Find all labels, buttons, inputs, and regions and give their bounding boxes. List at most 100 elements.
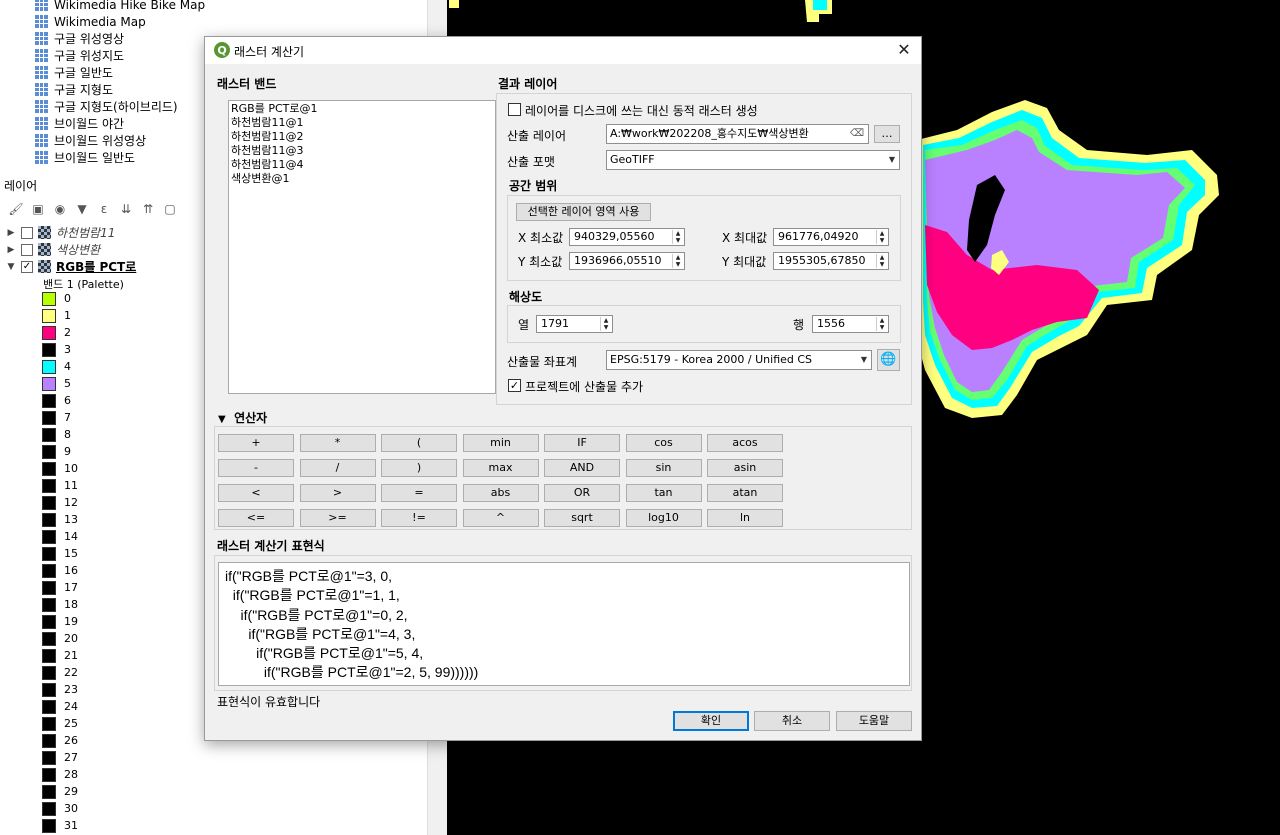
legend-swatch: [42, 512, 56, 527]
browser-item[interactable]: Wikimedia Hike Bike Map: [35, 0, 205, 13]
raster-band-item[interactable]: RGB를 PCT로@1: [229, 102, 495, 116]
use-selected-extent-button[interactable]: 선택한 레이어 영역 사용: [516, 203, 651, 221]
operator-button[interactable]: atan: [707, 484, 783, 502]
expand-arrow-icon[interactable]: ▶: [6, 245, 16, 255]
columns-spinbox[interactable]: 1791 ▲ ▼: [536, 315, 613, 333]
operator-button[interactable]: abs: [462, 484, 539, 502]
spin-arrows-icon[interactable]: ▲ ▼: [672, 254, 683, 268]
spin-arrows-icon[interactable]: ▲ ▼: [876, 317, 887, 331]
ok-button[interactable]: 확인: [673, 711, 749, 731]
close-button[interactable]: ✕: [893, 40, 915, 60]
raster-band-item[interactable]: 하천범람11@1: [229, 116, 495, 130]
expression-label: 래스터 계산기 표현식: [217, 539, 325, 553]
operator-button[interactable]: <=: [218, 509, 294, 527]
legend-value: 9: [64, 445, 71, 458]
operator-button[interactable]: +: [218, 434, 294, 452]
collapse-all-icon[interactable]: ⇈: [140, 201, 156, 217]
operator-button[interactable]: ): [381, 459, 457, 477]
output-format-select[interactable]: GeoTIFF ▼: [606, 150, 900, 170]
legend-item: 30: [42, 800, 78, 817]
operator-button[interactable]: tan: [625, 484, 702, 502]
expand-arrow-icon[interactable]: ▶: [6, 228, 16, 238]
operator-button[interactable]: (: [381, 434, 457, 452]
expression-editor[interactable]: if("RGB를 PCT로@1"=3, 0, if("RGB를 PCT로@1"=…: [218, 562, 910, 686]
legend-swatch: [42, 665, 56, 680]
operator-button[interactable]: !=: [381, 509, 457, 527]
legend-value: 25: [64, 717, 78, 730]
operator-button[interactable]: ^: [462, 509, 539, 527]
expand-all-icon[interactable]: ⇊: [118, 201, 134, 217]
browser-item[interactable]: Wikimedia Map: [35, 13, 146, 30]
operator-button[interactable]: *: [299, 434, 376, 452]
raster-band-item[interactable]: 색상변환@1: [229, 172, 495, 186]
operator-button[interactable]: -: [218, 459, 294, 477]
browser-item[interactable]: 브이월드 일반도: [35, 149, 135, 166]
operator-button[interactable]: /: [299, 459, 376, 477]
operator-button[interactable]: min: [462, 434, 539, 452]
crs-picker-button[interactable]: 🌐: [877, 349, 900, 371]
chevron-down-icon: ▼: [888, 155, 895, 164]
spin-arrows-icon[interactable]: ▲ ▼: [672, 230, 683, 244]
browse-output-button[interactable]: …: [874, 125, 900, 143]
browser-item[interactable]: 구글 지형도: [35, 81, 113, 98]
filter-expression-icon[interactable]: ε: [96, 201, 112, 217]
layer-row[interactable]: ▼ ✓ RGB를 PCT로: [6, 258, 136, 275]
operator-button[interactable]: OR: [544, 484, 620, 502]
operator-button[interactable]: max: [462, 459, 539, 477]
add-group-icon[interactable]: ▣: [30, 201, 46, 217]
spin-arrows-icon[interactable]: ▲ ▼: [876, 254, 887, 268]
operators-toggle[interactable]: ▼ 연산자: [218, 409, 267, 426]
ymin-spinbox[interactable]: 1936966,05510 ▲ ▼: [569, 252, 685, 270]
raster-bands-list[interactable]: RGB를 PCT로@1 하천범람11@1 하천범람11@2 하천범람11@3 하천범람1…: [228, 100, 496, 394]
filter-icon[interactable]: ▼: [74, 201, 90, 217]
xmin-spinbox[interactable]: 940329,05560 ▲ ▼: [569, 228, 685, 246]
cancel-button[interactable]: 취소: [754, 711, 830, 731]
layer-visibility-checkbox[interactable]: [21, 226, 33, 239]
operator-button[interactable]: <: [218, 484, 294, 502]
browser-item[interactable]: 구글 위성영상: [35, 30, 124, 47]
output-layer-field[interactable]: A:₩work₩202208_홍수지도₩색상변환 ⌫: [606, 124, 869, 144]
eye-icon[interactable]: ◉: [52, 201, 68, 217]
layer-row[interactable]: ▶ 하천범람11: [6, 224, 115, 241]
spin-arrows-icon[interactable]: ▲ ▼: [876, 230, 887, 244]
style-brush-icon[interactable]: 🖌: [8, 201, 24, 217]
operator-button[interactable]: IF: [544, 434, 620, 452]
layer-visibility-checkbox[interactable]: [21, 243, 33, 256]
operator-button[interactable]: ln: [707, 509, 783, 527]
raster-band-item[interactable]: 하천범람11@3: [229, 144, 495, 158]
layer-row[interactable]: ▶ 색상변환: [6, 241, 100, 258]
ymax-spinbox[interactable]: 1955305,67850 ▲ ▼: [773, 252, 889, 270]
expression-line: if("RGB를 PCT로@1"=1, 1,: [225, 587, 400, 604]
rows-spinbox[interactable]: 1556 ▲ ▼: [812, 315, 889, 333]
clear-icon[interactable]: ⌫: [850, 125, 864, 143]
raster-band-item[interactable]: 하천범람11@2: [229, 130, 495, 144]
legend-swatch: [42, 546, 56, 561]
browser-item[interactable]: 브이월드 위성영상: [35, 132, 146, 149]
operator-button[interactable]: >: [299, 484, 376, 502]
operator-button[interactable]: AND: [544, 459, 620, 477]
legend-swatch: [42, 427, 56, 442]
help-button[interactable]: 도움말: [836, 711, 912, 731]
browser-item[interactable]: 구글 위성지도: [35, 47, 124, 64]
browser-item[interactable]: 구글 일반도: [35, 64, 113, 81]
crs-select[interactable]: EPSG:5179 - Korea 2000 / Unified CS ▼: [606, 350, 872, 370]
collapse-arrow-icon[interactable]: ▼: [6, 262, 16, 272]
add-to-project-checkbox[interactable]: ✓: [508, 379, 521, 392]
browser-item[interactable]: 구글 지형도(하이브리드): [35, 98, 178, 115]
virtual-layer-checkbox[interactable]: [508, 103, 521, 116]
operator-button[interactable]: cos: [625, 434, 702, 452]
legend-item: 12: [42, 494, 78, 511]
remove-layer-icon[interactable]: ▢: [162, 201, 178, 217]
operator-button[interactable]: sqrt: [544, 509, 620, 527]
operator-button[interactable]: =: [381, 484, 457, 502]
operator-button[interactable]: >=: [299, 509, 376, 527]
xmax-spinbox[interactable]: 961776,04920 ▲ ▼: [773, 228, 889, 246]
operator-button[interactable]: sin: [625, 459, 702, 477]
operator-button[interactable]: log10: [625, 509, 702, 527]
browser-item[interactable]: 브이월드 야간: [35, 115, 124, 132]
operator-button[interactable]: acos: [707, 434, 783, 452]
spin-arrows-icon[interactable]: ▲ ▼: [600, 317, 611, 331]
layer-visibility-checkbox[interactable]: ✓: [21, 260, 33, 273]
raster-band-item[interactable]: 하천범람11@4: [229, 158, 495, 172]
operator-button[interactable]: asin: [707, 459, 783, 477]
